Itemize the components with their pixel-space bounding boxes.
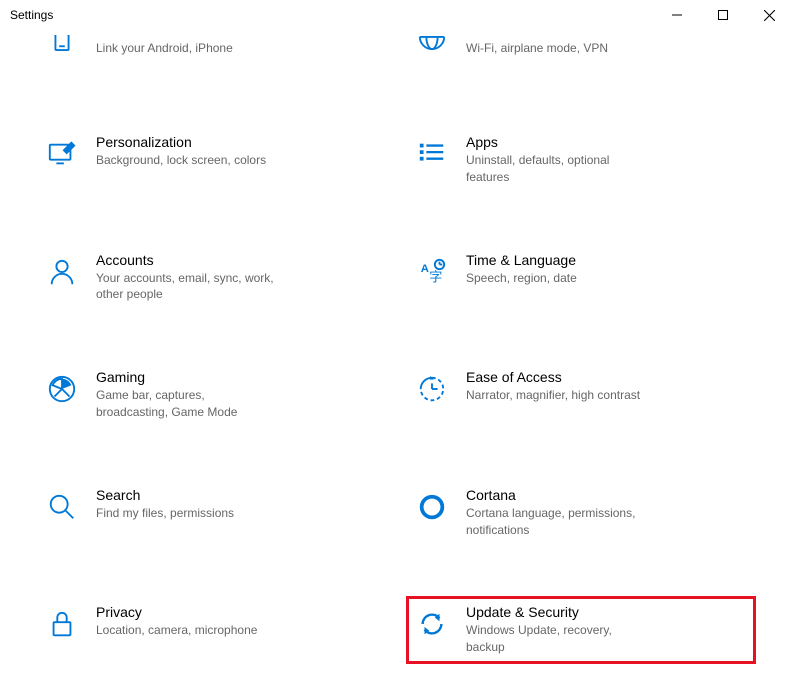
minimize-button[interactable] [654,0,700,30]
item-desc: Background, lock screen, colors [96,152,266,169]
item-text: Apps Uninstall, defaults, optional featu… [466,134,646,186]
item-title: Privacy [96,604,257,620]
svg-text:字: 字 [429,269,442,284]
settings-content: Link your Android, iPhone Wi-Fi, airplan… [0,30,792,684]
time-language-icon: A 字 [414,254,450,290]
setting-item-phone[interactable]: Link your Android, iPhone [36,30,386,76]
item-text: Update & Security Windows Update, recove… [466,604,646,656]
window-controls [654,0,792,30]
personalization-icon [44,136,80,172]
search-icon [44,489,80,525]
phone-icon [44,32,80,68]
item-title: Ease of Access [466,369,640,385]
ease-of-access-icon [414,371,450,407]
item-desc: Link your Android, iPhone [96,40,233,57]
item-text: Gaming Game bar, captures, broadcasting,… [96,369,276,421]
item-text: Link your Android, iPhone [96,38,233,57]
item-desc: Narrator, magnifier, high contrast [466,387,640,404]
setting-item-gaming[interactable]: Gaming Game bar, captures, broadcasting,… [36,361,386,429]
item-text: Cortana Cortana language, permissions, n… [466,487,646,539]
item-title: Cortana [466,487,646,503]
setting-item-update-security[interactable]: Update & Security Windows Update, recove… [406,596,756,664]
item-title: Update & Security [466,604,646,620]
setting-item-personalization[interactable]: Personalization Background, lock screen,… [36,126,386,194]
item-title: Search [96,487,234,503]
cortana-icon [414,489,450,525]
item-desc: Windows Update, recovery, backup [466,622,646,656]
apps-icon [414,136,450,172]
gaming-icon [44,371,80,407]
globe-icon [414,32,450,68]
item-text: Search Find my files, permissions [96,487,234,522]
item-text: Accounts Your accounts, email, sync, wor… [96,252,276,304]
item-desc: Wi-Fi, airplane mode, VPN [466,40,608,57]
setting-item-ease-of-access[interactable]: Ease of Access Narrator, magnifier, high… [406,361,756,429]
accounts-icon [44,254,80,290]
item-title: Time & Language [466,252,577,268]
item-desc: Find my files, permissions [96,505,234,522]
item-text: Ease of Access Narrator, magnifier, high… [466,369,640,404]
item-text: Personalization Background, lock screen,… [96,134,266,169]
item-title: Apps [466,134,646,150]
item-text: Wi-Fi, airplane mode, VPN [466,38,608,57]
item-title: Accounts [96,252,276,268]
titlebar: Settings [0,0,792,30]
setting-item-cortana[interactable]: Cortana Cortana language, permissions, n… [406,479,756,547]
svg-text:A: A [421,263,429,275]
update-security-icon [414,606,450,642]
maximize-button[interactable] [700,0,746,30]
item-title: Personalization [96,134,266,150]
privacy-icon [44,606,80,642]
item-desc: Your accounts, email, sync, work, other … [96,270,276,304]
setting-item-network[interactable]: Wi-Fi, airplane mode, VPN [406,30,756,76]
settings-grid: Link your Android, iPhone Wi-Fi, airplan… [36,30,756,664]
setting-item-search[interactable]: Search Find my files, permissions [36,479,386,547]
item-desc: Speech, region, date [466,270,577,287]
item-desc: Game bar, captures, broadcasting, Game M… [96,387,276,421]
item-title: Gaming [96,369,276,385]
close-button[interactable] [746,0,792,30]
item-text: Privacy Location, camera, microphone [96,604,257,639]
setting-item-accounts[interactable]: Accounts Your accounts, email, sync, wor… [36,244,386,312]
setting-item-time-language[interactable]: A 字 Time & Language Speech, region, date [406,244,756,312]
item-desc: Uninstall, defaults, optional features [466,152,646,186]
item-desc: Cortana language, permissions, notificat… [466,505,646,539]
setting-item-apps[interactable]: Apps Uninstall, defaults, optional featu… [406,126,756,194]
item-text: Time & Language Speech, region, date [466,252,577,287]
window-title: Settings [10,8,53,22]
setting-item-privacy[interactable]: Privacy Location, camera, microphone [36,596,386,664]
